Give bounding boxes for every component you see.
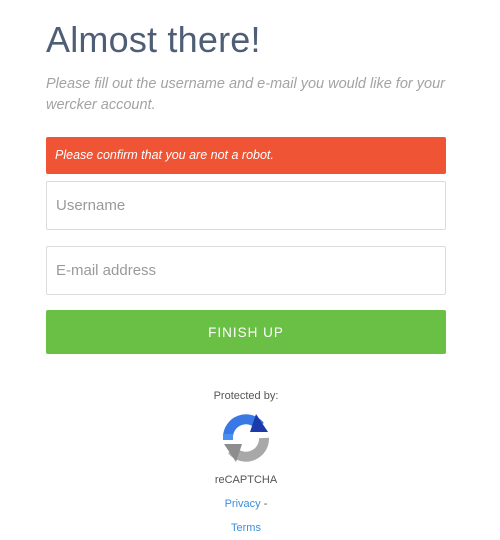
- page-subtitle: Please fill out the username and e-mail …: [46, 76, 445, 113]
- recaptcha-links-row: Privacy -: [146, 496, 346, 512]
- signup-page: Almost there! Please fill out the userna…: [0, 0, 500, 540]
- page-title: Almost there!: [46, 19, 261, 60]
- link-separator: -: [263, 498, 268, 510]
- username-input[interactable]: [46, 181, 446, 230]
- protected-by-label: Protected by:: [213, 390, 279, 402]
- terms-link[interactable]: Terms: [231, 522, 261, 534]
- error-alert: Please confirm that you are not a robot.: [46, 137, 446, 174]
- privacy-link[interactable]: Privacy: [225, 498, 261, 510]
- email-input[interactable]: [46, 246, 446, 295]
- recaptcha-logo-icon: [223, 414, 269, 462]
- finish-up-button[interactable]: FINISH UP: [46, 310, 446, 354]
- recaptcha-terms-row: Terms: [146, 520, 346, 536]
- recaptcha-badge: Protected by: reCAPTCHA Privacy - Terms: [146, 388, 346, 536]
- recaptcha-brand: reCAPTCHA: [214, 474, 278, 486]
